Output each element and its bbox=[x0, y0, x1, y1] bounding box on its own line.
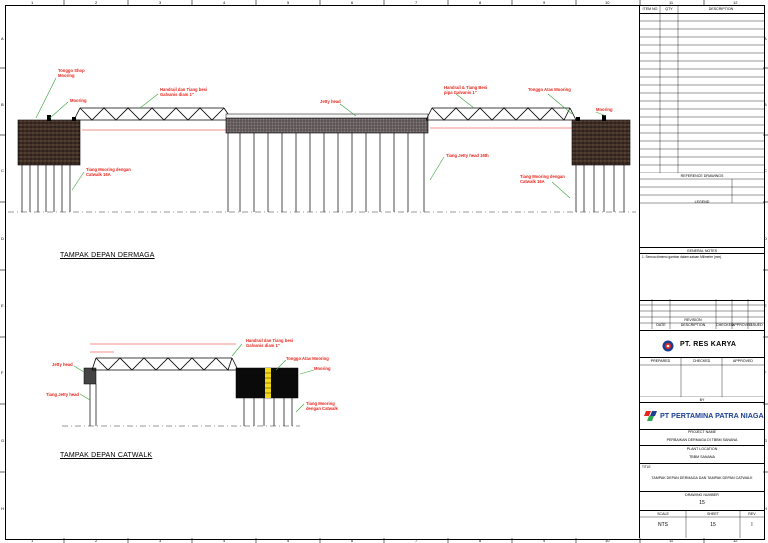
callout-catwalk-pile-jetty: Tiang Jetty head bbox=[46, 392, 79, 397]
view-title-pier: TAMPAK DEPAN DERMAGA bbox=[60, 252, 155, 259]
jetty-head-piles bbox=[227, 133, 425, 212]
sheet-value: 15 bbox=[710, 522, 716, 528]
callout-handrail-left: Handrail dan Tiang besi Galvanis diam 1" bbox=[160, 87, 208, 97]
legend-header: LEGEND bbox=[694, 200, 710, 204]
callout-jetty-head: Jetty head bbox=[320, 99, 341, 104]
sign-grid bbox=[640, 357, 764, 397]
mooring-right-piles bbox=[575, 165, 625, 212]
catwalk-truss bbox=[91, 357, 239, 371]
title-block: ITEM NO QTY DESCRIPTION REFERENCE DRAWIN… bbox=[639, 5, 764, 538]
callout-catwalk-handrail: Handrail dan Tiang besi Galvanis diam 1" bbox=[246, 338, 294, 348]
revision-col-approved: APPROVED bbox=[732, 323, 752, 327]
project-name-label: PROJECT NAME bbox=[687, 430, 717, 434]
revision-col-checked: CHECKED bbox=[716, 323, 734, 327]
contractor-logo-icon bbox=[662, 340, 674, 352]
plant-divider bbox=[640, 463, 764, 464]
callout-pile-mooring-left: Tiang Mooring dengan Catwalk 16A bbox=[86, 167, 131, 177]
jetty-head-top bbox=[225, 113, 429, 119]
callout-catwalk-bollard: Tonggo Atas Mooring bbox=[286, 356, 329, 361]
pier-front-elevation bbox=[8, 77, 636, 213]
sign-checked: CHECKED bbox=[692, 359, 711, 363]
plant-location: TBBM SANANA bbox=[689, 455, 715, 459]
project-divider bbox=[640, 445, 764, 446]
title-label: TITLE bbox=[642, 465, 651, 469]
catwalk-truss-left bbox=[73, 107, 233, 121]
owner-block: PT PERTAMINA PATRA NIAGA bbox=[640, 402, 764, 430]
callout-handrail-right: Handrail & Tiang Besi pipa Galvanis 1" bbox=[444, 85, 488, 95]
sheet-label: SHEET bbox=[707, 512, 719, 516]
catwalk-front-elevation bbox=[62, 343, 315, 427]
sign-approved: APPROVED bbox=[733, 359, 753, 363]
scale-value: NTS bbox=[658, 522, 668, 528]
revision-columns: DATE DESCRIPTION CHECKED APPROVED ISSUED bbox=[640, 323, 764, 329]
legend-box bbox=[640, 205, 764, 248]
callout-catwalk-pile-mooring: Tiang Mooring dengan Catwalk bbox=[306, 401, 338, 411]
owner-name: PT PERTAMINA PATRA NIAGA bbox=[660, 411, 764, 420]
project-name: PERBAIKAN DERMAGA DI TBBM SANANA bbox=[666, 438, 738, 442]
plant-location-label: PLANT LOCATION bbox=[686, 447, 718, 451]
rev-value: I bbox=[751, 522, 753, 528]
title-text: TAMPAK DEPAN DERMAGA DAN TAMPAK DEPAN CA… bbox=[651, 476, 753, 480]
mooring-left-piles bbox=[21, 165, 71, 212]
callout-catwalk-jetty-head: Jetty head bbox=[52, 362, 73, 367]
callout-pile-mooring-right: Tiang Mooring dengan Catwalk 16A bbox=[520, 174, 565, 184]
callout-bollard: Tonggo Shop Mooring bbox=[58, 68, 85, 78]
revision-col-date: DATE bbox=[656, 323, 666, 327]
contractor-block: PT. RES KARYA bbox=[640, 331, 764, 358]
callout-pile-jetty: Tiang Jetty head 16th bbox=[446, 153, 489, 158]
revision-col-issued: ISSUED bbox=[749, 323, 763, 327]
mooring-dolphin-right bbox=[571, 119, 631, 166]
rev-label: REV bbox=[748, 512, 756, 516]
drawing-number: 15 bbox=[699, 500, 705, 506]
revision-col-description: DESCRIPTION bbox=[680, 323, 706, 327]
contractor-name: PT. RES KARYA bbox=[680, 341, 737, 348]
bollard-right-2 bbox=[576, 117, 580, 121]
mooring-dolphin-left bbox=[17, 119, 81, 166]
callout-mooring-right: Mooring bbox=[596, 107, 613, 112]
jetty-head-deck bbox=[225, 117, 429, 134]
revision-header: REVISION bbox=[684, 318, 702, 322]
view-title-catwalk: TAMPAK DEPAN CATWALK bbox=[60, 452, 153, 459]
callout-catwalk-mooring: Mooring bbox=[314, 366, 331, 371]
callout-mooring-left: Mooring bbox=[70, 98, 87, 103]
catwalk-truss-right bbox=[425, 107, 577, 121]
sign-prepared: PREPARED bbox=[650, 359, 671, 363]
callout-bollard-right: Tonggo Atas Mooring bbox=[528, 87, 571, 92]
item-list-grid bbox=[640, 5, 764, 173]
drawing-number-label: DRAWING NUMBER bbox=[685, 493, 719, 497]
pertamina-logo-icon bbox=[644, 411, 657, 421]
title-divider bbox=[640, 491, 764, 492]
scale-label: SCALE bbox=[657, 512, 669, 516]
notes-box bbox=[640, 253, 764, 301]
